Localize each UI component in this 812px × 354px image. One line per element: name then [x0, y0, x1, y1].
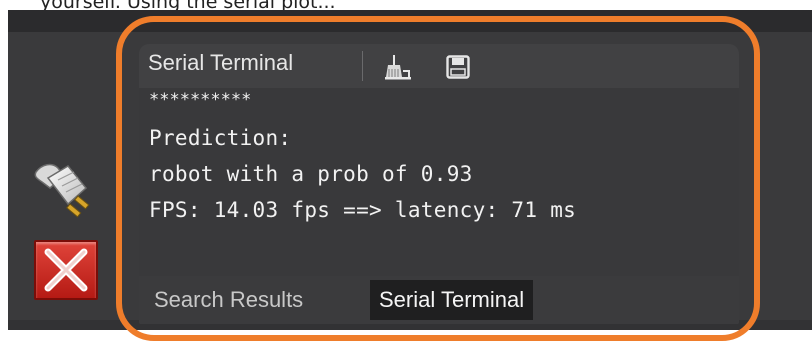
terminal-line: robot with a prob of 0.93: [149, 162, 473, 186]
tab-serial-terminal[interactable]: Serial Terminal: [370, 280, 534, 320]
toolbar-separator: [362, 51, 363, 81]
power-plug-icon[interactable]: [34, 158, 100, 220]
close-icon[interactable]: [34, 240, 98, 300]
broom-clear-icon[interactable]: [383, 53, 413, 81]
floppy-save-icon[interactable]: [446, 55, 470, 79]
bottom-tab-bar: Search Results Serial Terminal: [139, 276, 739, 324]
terminal-title: Serial Terminal: [148, 50, 294, 75]
terminal-toolbar: Serial Terminal: [139, 44, 739, 88]
ide-top-strip: [8, 10, 812, 32]
screenshot: yourself. Using the serial plot... Seria…: [0, 0, 812, 354]
tab-search-results[interactable]: Search Results: [145, 280, 312, 320]
terminal-line: Prediction:: [149, 126, 292, 150]
terminal-output[interactable]: ********** Prediction: robot with a prob…: [139, 88, 739, 276]
terminal-line: FPS: 14.03 fps ==> latency: 71 ms: [149, 198, 577, 222]
serial-terminal-window: Serial Terminal ********** Prediction: r…: [139, 44, 739, 324]
terminal-line: **********: [149, 90, 252, 110]
